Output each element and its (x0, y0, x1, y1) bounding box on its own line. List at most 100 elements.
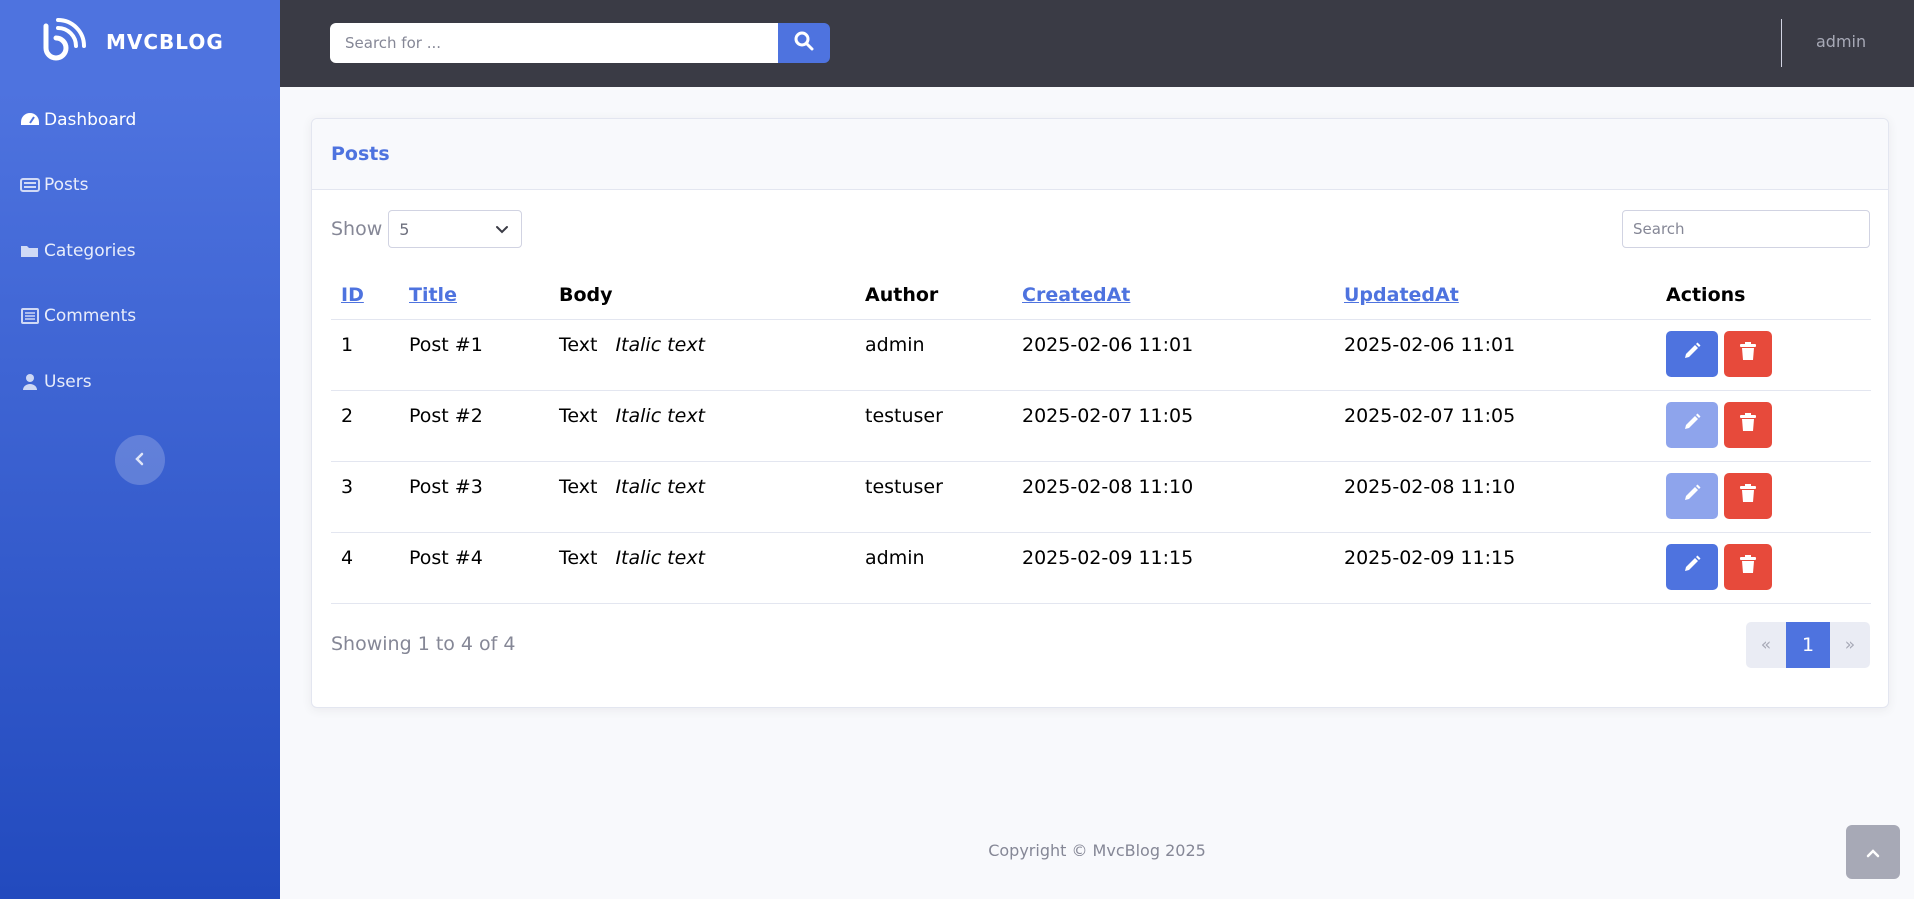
user-menu[interactable]: admin (1816, 32, 1866, 51)
brand[interactable]: MVCBLOG (42, 18, 224, 64)
chevron-up-icon (1866, 843, 1880, 862)
header-id[interactable]: ID (331, 271, 399, 320)
card-title: Posts (331, 143, 390, 165)
cell-actions (1656, 532, 1871, 604)
delete-button[interactable] (1724, 543, 1772, 590)
cell-id: 3 (331, 461, 399, 533)
pagination-prev[interactable]: « (1746, 622, 1786, 668)
sidebar-item-dashboard[interactable]: Dashboard (20, 108, 136, 132)
user-icon (20, 372, 40, 392)
cell-title: Post #1 (399, 319, 549, 391)
page-size-select[interactable]: 5 (388, 210, 523, 248)
trash-icon (1739, 341, 1757, 366)
body-text: Text (559, 404, 598, 427)
cell-createdat: 2025-02-06 11:01 (1012, 319, 1334, 391)
sidebar: MVCBLOG Dashboard Posts Categories Comme… (0, 0, 280, 899)
header-updatedat[interactable]: UpdatedAt (1334, 271, 1656, 320)
cell-id: 4 (331, 532, 399, 604)
pencil-icon (1682, 412, 1702, 437)
sidebar-item-label: Comments (44, 306, 137, 326)
top-search-input[interactable] (330, 23, 778, 63)
delete-button[interactable] (1724, 330, 1772, 377)
page-size-control: Show 5 (331, 210, 523, 248)
edit-button[interactable] (1666, 472, 1718, 519)
chevron-left-icon (134, 451, 146, 470)
body-text: Text (559, 546, 598, 569)
sidebar-item-label: Categories (44, 241, 136, 261)
cell-author: testuser (855, 461, 1012, 533)
body-text: Text (559, 475, 598, 498)
cell-title: Post #4 (399, 532, 549, 604)
delete-button[interactable] (1724, 401, 1772, 448)
pagination-page-current[interactable]: 1 (1786, 622, 1830, 668)
delete-button[interactable] (1724, 472, 1772, 519)
table-row: 2 Post #2 Text Italic text testuser 2025-… (331, 390, 1871, 462)
sidebar-item-label: Dashboard (44, 110, 137, 130)
table-row: 3 Post #3 Text Italic text testuser 2025-… (331, 461, 1871, 533)
trash-icon (1739, 483, 1757, 508)
body-italic-text: Italic text (615, 546, 706, 569)
cell-body: Text Italic text (549, 319, 855, 391)
cell-actions (1656, 390, 1871, 462)
header-author: Author (855, 271, 1012, 320)
cell-author: admin (855, 319, 1012, 391)
sidebar-item-label: Posts (44, 175, 89, 195)
cell-updatedat: 2025-02-09 11:15 (1334, 532, 1656, 604)
sidebar-item-comments[interactable]: Comments (20, 304, 136, 328)
header-actions: Actions (1656, 271, 1871, 320)
top-search-button[interactable] (778, 23, 830, 63)
cell-createdat: 2025-02-07 11:05 (1012, 390, 1334, 462)
table-row: 4 Post #4 Text Italic text admin 2025-02-… (331, 532, 1871, 604)
pencil-icon (1682, 554, 1702, 579)
sort-createdat-link[interactable]: CreatedAt (1022, 284, 1130, 306)
dashboard-icon (20, 110, 40, 130)
pagination-next[interactable]: » (1830, 622, 1870, 668)
table-search-input[interactable] (1622, 210, 1870, 248)
cell-id: 2 (331, 390, 399, 462)
cell-actions (1656, 461, 1871, 533)
cell-body: Text Italic text (549, 532, 855, 604)
search-icon (794, 31, 814, 55)
posts-icon (20, 175, 40, 195)
sidebar-item-users[interactable]: Users (20, 370, 92, 394)
scroll-to-top-button[interactable] (1846, 825, 1900, 879)
table-header-row: ID Title Body Author CreatedAt UpdatedAt… (331, 271, 1871, 320)
cell-createdat: 2025-02-09 11:15 (1012, 532, 1334, 604)
cell-author: admin (855, 532, 1012, 604)
posts-card: Posts Show 5 ID Title Body Author Create… (311, 118, 1889, 708)
sidebar-toggle-button[interactable] (115, 435, 165, 485)
cell-body: Text Italic text (549, 390, 855, 462)
footer-copyright: Copyright © MvcBlog 2025 (988, 841, 1206, 860)
cell-updatedat: 2025-02-08 11:10 (1334, 461, 1656, 533)
cell-updatedat: 2025-02-06 11:01 (1334, 319, 1656, 391)
body-italic-text: Italic text (615, 475, 706, 498)
body-italic-text: Italic text (615, 404, 706, 427)
cell-createdat: 2025-02-08 11:10 (1012, 461, 1334, 533)
sort-title-link[interactable]: Title (409, 284, 457, 306)
table-summary: Showing 1 to 4 of 4 (331, 633, 516, 655)
trash-icon (1739, 554, 1757, 579)
sort-id-link[interactable]: ID (341, 284, 364, 306)
sidebar-item-posts[interactable]: Posts (20, 173, 88, 197)
brand-name: MVCBLOG (106, 30, 224, 54)
body-text: Text (559, 333, 598, 356)
topbar: admin (280, 0, 1914, 87)
cell-body: Text Italic text (549, 461, 855, 533)
cell-title: Post #3 (399, 461, 549, 533)
header-createdat[interactable]: CreatedAt (1012, 271, 1334, 320)
sidebar-item-categories[interactable]: Categories (20, 239, 136, 263)
sort-updatedat-link[interactable]: UpdatedAt (1344, 284, 1459, 306)
cell-id: 1 (331, 319, 399, 391)
topbar-divider (1781, 19, 1782, 67)
folder-icon (20, 241, 40, 261)
card-header: Posts (312, 119, 1888, 190)
edit-button[interactable] (1666, 401, 1718, 448)
sidebar-item-label: Users (44, 372, 92, 392)
edit-button[interactable] (1666, 330, 1718, 377)
cell-updatedat: 2025-02-07 11:05 (1334, 390, 1656, 462)
show-label: Show (331, 218, 383, 240)
header-title[interactable]: Title (399, 271, 549, 320)
edit-button[interactable] (1666, 543, 1718, 590)
header-body: Body (549, 271, 855, 320)
pencil-icon (1682, 341, 1702, 366)
